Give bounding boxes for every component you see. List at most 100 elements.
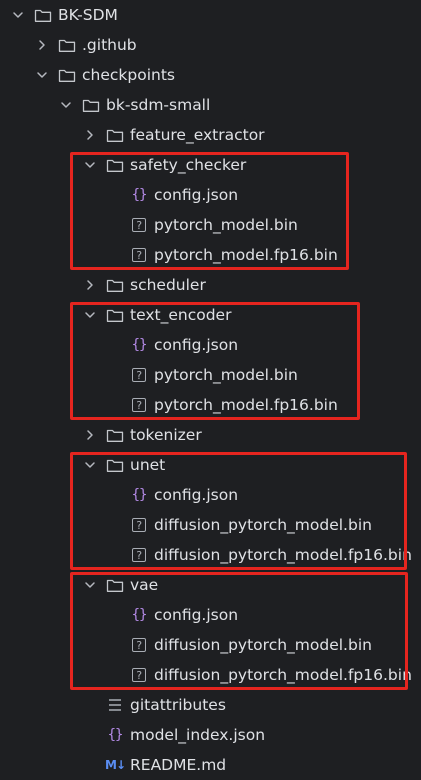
tree-item-label: model_index.json — [130, 726, 266, 744]
markdown-file-icon: M↓ — [105, 758, 126, 772]
file-row-gitattributes[interactable]: gitattributes — [0, 690, 421, 720]
tree-item-label: BK-SDM — [58, 6, 118, 24]
folder-row-scheduler[interactable]: scheduler — [0, 270, 421, 300]
file-row-config-json[interactable]: {} config.json — [0, 180, 421, 210]
unknown-file-icon: ? — [130, 216, 148, 234]
file-row-config-json[interactable]: {} config.json — [0, 480, 421, 510]
json-file-icon: {} — [131, 187, 148, 203]
tree-item-label: unet — [130, 456, 166, 474]
json-file-icon: {} — [107, 727, 124, 743]
tree-item-label: tokenizer — [130, 426, 202, 444]
folder-icon — [106, 126, 124, 144]
chevron-right-icon[interactable] — [84, 279, 96, 291]
chevron-right-icon[interactable] — [84, 429, 96, 441]
folder-row-feature-extractor[interactable]: feature_extractor — [0, 120, 421, 150]
tree-item-label: diffusion_pytorch_model.bin — [154, 516, 372, 534]
chevron-down-icon[interactable] — [84, 459, 96, 471]
unknown-file-icon: ? — [130, 546, 148, 564]
tree-item-label: config.json — [154, 486, 239, 504]
folder-icon — [58, 66, 76, 84]
tree-item-label: pytorch_model.fp16.bin — [154, 396, 338, 414]
folder-icon — [106, 426, 124, 444]
folder-icon — [82, 96, 100, 114]
tree-item-label: gitattributes — [130, 696, 226, 714]
file-row-diffusion-pytorch-model-bin[interactable]: ? diffusion_pytorch_model.bin — [0, 630, 421, 660]
folder-row-github[interactable]: .github — [0, 30, 421, 60]
folder-icon — [58, 36, 76, 54]
folder-row-text-encoder[interactable]: text_encoder — [0, 300, 421, 330]
file-row-config-json[interactable]: {} config.json — [0, 600, 421, 630]
tree-item-label: .github — [82, 36, 137, 54]
tree-item-label: diffusion_pytorch_model.fp16.bin — [154, 546, 412, 564]
chevron-down-icon[interactable] — [60, 99, 72, 111]
tree-item-label: bk-sdm-small — [106, 96, 211, 114]
folder-icon — [34, 6, 52, 24]
folder-row-vae[interactable]: vae — [0, 570, 421, 600]
tree-item-label: pytorch_model.bin — [154, 366, 298, 384]
tree-item-label: feature_extractor — [130, 126, 265, 144]
tree-item-label: pytorch_model.bin — [154, 216, 298, 234]
folder-row-tokenizer[interactable]: tokenizer — [0, 420, 421, 450]
tree-item-label: diffusion_pytorch_model.bin — [154, 636, 372, 654]
tree-item-label: diffusion_pytorch_model.fp16.bin — [154, 666, 412, 684]
unknown-file-icon: ? — [130, 636, 148, 654]
chevron-down-icon[interactable] — [84, 159, 96, 171]
chevron-down-icon[interactable] — [84, 309, 96, 321]
unknown-file-icon: ? — [130, 666, 148, 684]
file-row-config-json[interactable]: {} config.json — [0, 330, 421, 360]
chevron-right-icon[interactable] — [84, 129, 96, 141]
unknown-file-icon: ? — [130, 516, 148, 534]
unknown-file-icon: ? — [130, 366, 148, 384]
folder-row-bk-sdm-small[interactable]: bk-sdm-small — [0, 90, 421, 120]
file-row-diffusion-pytorch-model-fp16-bin[interactable]: ? diffusion_pytorch_model.fp16.bin — [0, 540, 421, 570]
tree-item-label: text_encoder — [130, 306, 232, 324]
json-file-icon: {} — [131, 337, 148, 353]
json-file-icon: {} — [131, 487, 148, 503]
tree-item-label: safety_checker — [130, 156, 247, 174]
chevron-down-icon[interactable] — [36, 69, 48, 81]
file-row-model-index-json[interactable]: {} model_index.json — [0, 720, 421, 750]
tree-item-label: scheduler — [130, 276, 206, 294]
json-file-icon: {} — [131, 607, 148, 623]
folder-row-checkpoints[interactable]: checkpoints — [0, 60, 421, 90]
tree-item-label: config.json — [154, 186, 239, 204]
folder-row-safety-checker[interactable]: safety_checker — [0, 150, 421, 180]
file-row-pytorch-model-fp16-bin[interactable]: ? pytorch_model.fp16.bin — [0, 390, 421, 420]
tree-item-label: config.json — [154, 606, 239, 624]
unknown-file-icon: ? — [130, 396, 148, 414]
file-row-diffusion-pytorch-model-bin[interactable]: ? diffusion_pytorch_model.bin — [0, 510, 421, 540]
folder-icon — [106, 576, 124, 594]
file-row-pytorch-model-bin[interactable]: ? pytorch_model.bin — [0, 210, 421, 240]
folder-row-bk-sdm[interactable]: BK-SDM — [0, 0, 421, 30]
folder-icon — [106, 456, 124, 474]
folder-icon — [106, 276, 124, 294]
folder-row-unet[interactable]: unet — [0, 450, 421, 480]
file-row-pytorch-model-fp16-bin[interactable]: ? pytorch_model.fp16.bin — [0, 240, 421, 270]
tree-item-label: config.json — [154, 336, 239, 354]
file-row-diffusion-pytorch-model-fp16-bin[interactable]: ? diffusion_pytorch_model.fp16.bin — [0, 660, 421, 690]
tree-item-label: vae — [130, 576, 159, 594]
tree-item-label: checkpoints — [82, 66, 175, 84]
chevron-down-icon[interactable] — [84, 579, 96, 591]
project-tree: BK-SDM .github checkpoints bk-sdm-small feat… — [0, 0, 421, 776]
folder-icon — [106, 306, 124, 324]
file-row-pytorch-model-bin[interactable]: ? pytorch_model.bin — [0, 360, 421, 390]
chevron-down-icon[interactable] — [12, 9, 24, 21]
chevron-right-icon[interactable] — [36, 39, 48, 51]
unknown-file-icon: ? — [130, 246, 148, 264]
